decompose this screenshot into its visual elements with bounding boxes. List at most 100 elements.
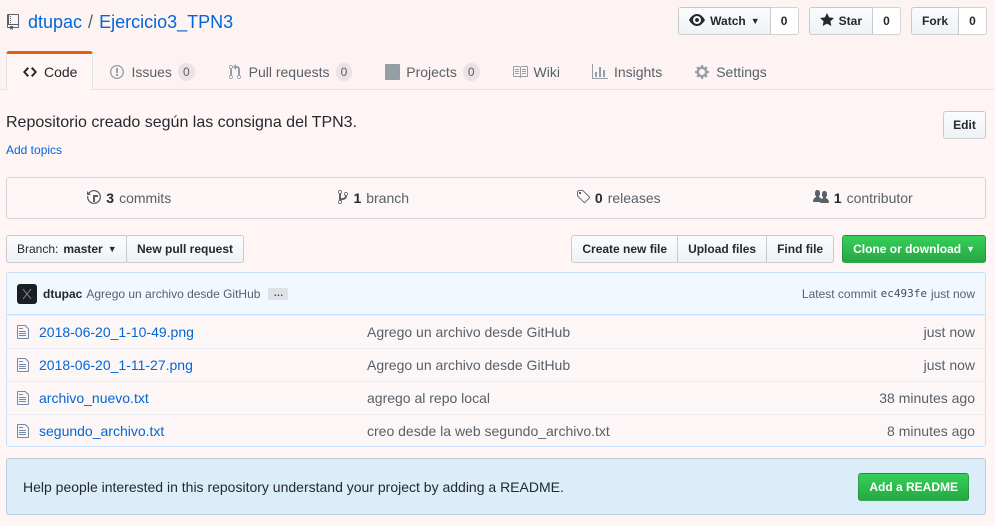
add-topics-link[interactable]: Add topics (6, 143, 62, 157)
file-icon (17, 357, 34, 373)
clone-label: Clone or download (853, 242, 962, 256)
book-icon (512, 64, 528, 80)
file-link[interactable]: 2018-06-20_1-10-49.png (39, 324, 367, 340)
eye-icon (689, 12, 706, 31)
tab-insights[interactable]: Insights (576, 51, 678, 91)
file-commit-message[interactable]: Agrego un archivo desde GitHub (367, 324, 825, 340)
file-icon (17, 324, 34, 340)
commits-link[interactable]: 3 commits (7, 178, 252, 218)
issue-icon (109, 64, 125, 80)
branch-select[interactable]: Branch: master ▼ (6, 235, 128, 263)
tab-insights-label: Insights (613, 64, 663, 80)
tab-issues[interactable]: Issues 0 (93, 51, 210, 91)
file-icon (17, 423, 34, 439)
expand-commit-button[interactable]: … (268, 287, 289, 300)
file-age: just now (923, 324, 975, 340)
tab-settings[interactable]: Settings (678, 51, 783, 91)
edit-button[interactable]: Edit (943, 111, 986, 139)
pulls-counter: 0 (335, 63, 353, 81)
tab-projects[interactable]: Projects 0 (368, 51, 495, 91)
branch-label: branch (366, 190, 410, 206)
avatar[interactable] (17, 283, 37, 304)
projects-counter: 0 (462, 63, 480, 81)
tab-wiki[interactable]: Wiki (496, 51, 576, 91)
code-icon (22, 64, 38, 80)
file-commit-message[interactable]: agrego al repo local (367, 390, 825, 406)
latest-commit-bar: dtupac Agrego un archivo desde GitHub … … (7, 273, 985, 315)
releases-link[interactable]: 0 releases (496, 178, 741, 218)
repo-actions: Watch ▼ 0 Star 0 Fork 0 (678, 7, 987, 35)
table-row: 2018-06-20_1-11-27.png Agrego un archivo… (7, 348, 985, 381)
tab-issues-label: Issues (131, 64, 172, 80)
new-pull-request-button[interactable]: New pull request (126, 235, 245, 263)
fork-group: Fork 0 (910, 7, 987, 35)
commit-sha-link[interactable]: ec493fe (881, 287, 927, 300)
add-readme-button[interactable]: Add a README (858, 472, 969, 501)
file-icon (17, 390, 34, 406)
commit-message-link[interactable]: Agrego un archivo desde GitHub (86, 287, 260, 301)
caret-down-icon: ▼ (966, 244, 975, 254)
tab-projects-label: Projects (406, 64, 457, 80)
tab-code[interactable]: Code (6, 51, 94, 91)
project-icon (384, 64, 400, 80)
repo-owner-link[interactable]: dtupac (28, 12, 82, 33)
contributor-count: 1 (833, 190, 842, 206)
repo-name-link[interactable]: Ejercicio3_TPN3 (99, 12, 233, 33)
branches-link[interactable]: 1 branch (252, 178, 497, 218)
clone-or-download-button[interactable]: Clone or download ▼ (842, 235, 986, 263)
upload-files-button[interactable]: Upload files (677, 235, 768, 263)
watch-label: Watch (710, 14, 746, 28)
table-row: segundo_archivo.txt creo desde la web se… (7, 414, 985, 446)
commits-label: commits (119, 190, 172, 206)
pull-request-icon (227, 64, 243, 80)
tab-settings-label: Settings (716, 64, 767, 80)
table-row: archivo_nuevo.txt agrego al repo local 3… (7, 381, 985, 414)
branch-icon (338, 189, 349, 208)
repo-icon (6, 14, 20, 30)
people-icon (812, 189, 829, 208)
file-commit-message[interactable]: creo desde la web segundo_archivo.txt (367, 423, 825, 439)
issues-counter: 0 (177, 63, 195, 81)
file-age: just now (923, 357, 975, 373)
fork-button[interactable]: Fork (910, 7, 959, 35)
find-file-button[interactable]: Find file (766, 235, 835, 263)
branch-prefix: Branch: (17, 242, 59, 256)
repo-nav: Code Issues 0 Pull requests 0 Projects 0 (6, 51, 783, 91)
star-button[interactable]: Star (808, 7, 873, 35)
fork-count[interactable]: 0 (959, 7, 987, 35)
file-table: dtupac Agrego un archivo desde GitHub … … (6, 272, 986, 447)
readme-banner: Help people interested in this repositor… (6, 458, 986, 515)
caret-down-icon: ▼ (107, 244, 117, 254)
commits-count: 3 (106, 190, 115, 206)
star-count[interactable]: 0 (872, 7, 901, 35)
file-link[interactable]: 2018-06-20_1-11-27.png (39, 357, 367, 373)
repo-path-separator: / (88, 11, 94, 32)
readme-banner-text: Help people interested in this repositor… (23, 478, 564, 495)
file-commit-message[interactable]: Agrego un archivo desde GitHub (367, 357, 825, 373)
file-age: 38 minutes ago (879, 390, 975, 406)
star-group: Star 0 (808, 7, 901, 35)
watch-count[interactable]: 0 (770, 7, 799, 35)
numbers-summary: 3 commits 1 branch 0 releases 1 contribu… (6, 177, 986, 219)
contributors-link[interactable]: 1 contributor (741, 178, 986, 218)
watch-button[interactable]: Watch ▼ (678, 7, 771, 35)
history-icon (87, 189, 102, 208)
file-button-group: Create new file Upload files Find file (571, 235, 835, 263)
tab-pull-requests[interactable]: Pull requests 0 (211, 51, 369, 91)
graph-icon (591, 64, 608, 80)
repo-description: Repositorio creado según las consigna de… (6, 114, 358, 131)
tag-icon (576, 189, 590, 208)
contributor-label: contributor (846, 190, 913, 206)
latest-commit-info: Latest commit ec493fe just now (802, 287, 975, 301)
repo-title: dtupac / Ejercicio3_TPN3 (6, 10, 233, 34)
latest-commit-label: Latest commit (801, 286, 877, 301)
file-link[interactable]: segundo_archivo.txt (39, 423, 367, 439)
create-new-file-button[interactable]: Create new file (571, 235, 679, 263)
file-link[interactable]: archivo_nuevo.txt (39, 390, 367, 406)
watch-group: Watch ▼ 0 (678, 7, 799, 35)
repo-header: dtupac / Ejercicio3_TPN3 Watch ▼ 0 Star … (0, 0, 995, 91)
commit-author-link[interactable]: dtupac (43, 287, 82, 301)
star-label: Star (838, 14, 862, 28)
caret-down-icon: ▼ (750, 16, 760, 26)
gear-icon (694, 64, 710, 80)
